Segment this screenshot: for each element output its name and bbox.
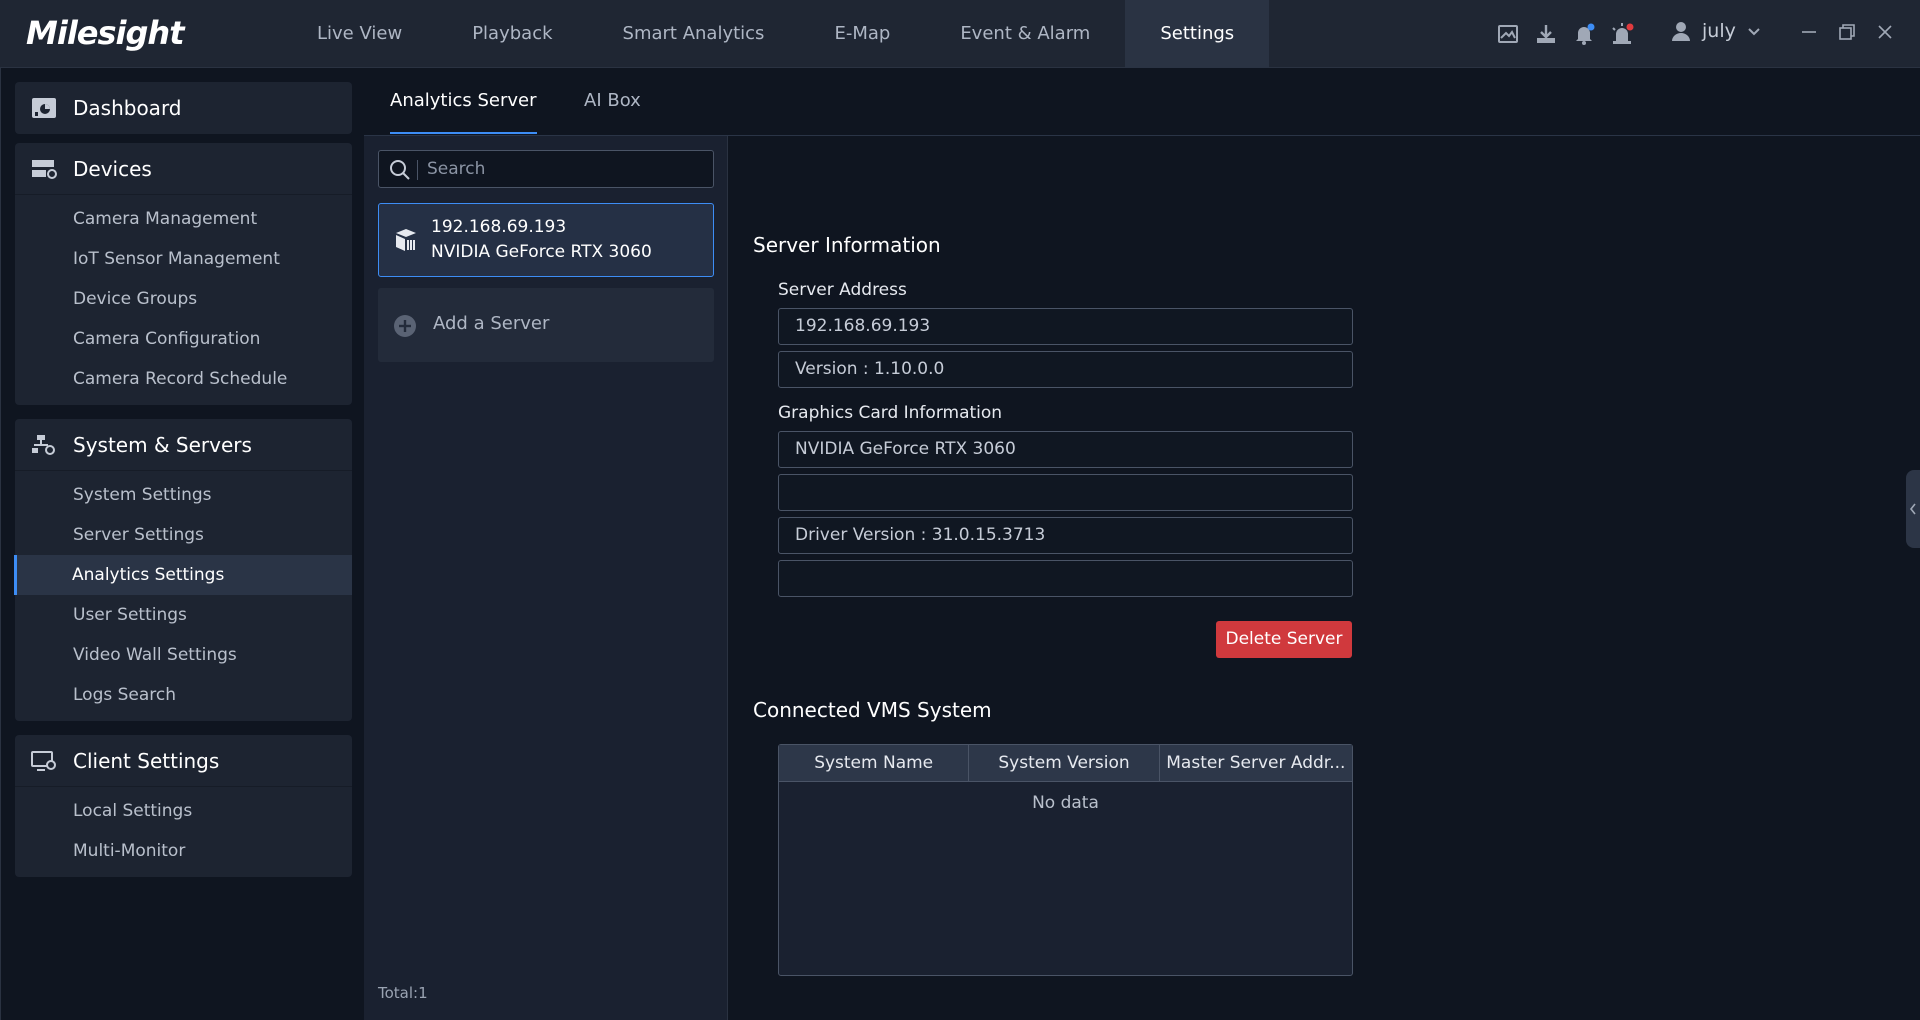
tab-analytics-server[interactable]: Analytics Server — [390, 68, 537, 134]
server-detail-panel: Server Information Server Address 192.16… — [728, 136, 1920, 1020]
top-icon-group — [1496, 22, 1634, 46]
add-server-button[interactable]: Add a Server — [378, 288, 714, 362]
user-menu[interactable]: july — [1670, 20, 1762, 42]
close-icon[interactable] — [1876, 18, 1894, 46]
milesight-logo: Milesight — [26, 14, 184, 52]
server-address-field: 192.168.69.193 — [778, 308, 1353, 345]
sidebar-item-client-settings[interactable]: Client Settings — [15, 735, 352, 787]
nav-smart-analytics[interactable]: Smart Analytics — [588, 0, 800, 68]
top-bar: Milesight Live View Playback Smart Analy… — [0, 0, 1920, 68]
download-icon[interactable] — [1534, 22, 1558, 46]
main-nav: Live View Playback Smart Analytics E-Map… — [282, 0, 1270, 68]
search-icon — [390, 160, 410, 180]
server-list-item[interactable]: 192.168.69.193 NVIDIA GeForce RTX 3060 — [378, 203, 714, 277]
empty-state-text: No data — [1032, 793, 1099, 813]
sidebar-group-label: System & Servers — [73, 432, 252, 457]
gpu-info-field-empty — [778, 474, 1353, 511]
minimize-icon[interactable] — [1800, 18, 1818, 46]
restore-icon[interactable] — [1838, 18, 1856, 46]
tab-ai-box[interactable]: AI Box — [584, 68, 641, 134]
total-count: Total:1 — [378, 984, 428, 1002]
sidebar-item-server-settings[interactable]: Server Settings — [15, 515, 352, 555]
alarm-light-icon[interactable] — [1610, 22, 1634, 46]
user-name: july — [1702, 20, 1736, 42]
search-input[interactable] — [427, 151, 707, 187]
sidebar: Dashboard Devices Camera Management IoT … — [0, 68, 364, 1020]
connected-vms-title: Connected VMS System — [753, 698, 992, 722]
sidebar-item-dashboard[interactable]: Dashboard — [15, 82, 352, 134]
graphics-card-label: Graphics Card Information — [778, 403, 1003, 423]
sidebar-item-device-groups[interactable]: Device Groups — [15, 279, 352, 319]
sidebar-item-local-settings[interactable]: Local Settings — [15, 791, 352, 831]
sidebar-item-camera-record-schedule[interactable]: Camera Record Schedule — [15, 359, 352, 399]
vms-table: System Name System Version Master Server… — [778, 744, 1353, 976]
sidebar-item-logs-search[interactable]: Logs Search — [15, 675, 352, 715]
sidebar-item-video-wall-settings[interactable]: Video Wall Settings — [15, 635, 352, 675]
add-server-label: Add a Server — [433, 313, 550, 334]
tab-bar: Analytics Server AI Box — [364, 68, 1920, 136]
column-header-system-name[interactable]: System Name — [779, 745, 970, 781]
server-information-title: Server Information — [753, 233, 941, 257]
sidebar-group-label: Dashboard — [73, 96, 182, 120]
system-servers-icon — [31, 434, 57, 456]
server-ip: 192.168.69.193 — [431, 217, 567, 237]
sidebar-group-client-settings: Client Settings Local Settings Multi-Mon… — [15, 735, 352, 877]
column-header-master-server-address[interactable]: Master Server Addr... — [1160, 745, 1352, 781]
search-separator — [417, 160, 418, 180]
server-address-label: Server Address — [778, 280, 907, 300]
right-panel-toggle[interactable] — [1906, 470, 1920, 548]
window-controls — [1800, 18, 1894, 46]
table-header-row: System Name System Version Master Server… — [779, 745, 1352, 782]
sidebar-item-system-settings[interactable]: System Settings — [15, 475, 352, 515]
plus-circle-icon — [394, 315, 416, 337]
sidebar-item-system-servers[interactable]: System & Servers — [15, 419, 352, 471]
client-settings-icon — [31, 750, 57, 772]
nav-settings[interactable]: Settings — [1125, 0, 1270, 68]
sidebar-item-iot-sensor-management[interactable]: IoT Sensor Management — [15, 239, 352, 279]
sidebar-item-multi-monitor[interactable]: Multi-Monitor — [15, 831, 352, 871]
nav-event-alarm[interactable]: Event & Alarm — [925, 0, 1125, 68]
server-gpu: NVIDIA GeForce RTX 3060 — [431, 242, 652, 262]
sidebar-group-devices: Devices Camera Management IoT Sensor Man… — [15, 143, 352, 405]
dashboard-icon — [31, 97, 57, 119]
column-header-system-version[interactable]: System Version — [969, 745, 1160, 781]
sidebar-group-system-servers: System & Servers System Settings Server … — [14, 419, 352, 721]
sidebar-group-dashboard: Dashboard — [15, 82, 352, 134]
main-content: Analytics Server AI Box 192.168.69.193 N… — [364, 68, 1920, 1020]
driver-version-field: Driver Version : 31.0.15.3713 — [778, 517, 1353, 554]
sidebar-group-label: Devices — [73, 156, 152, 181]
nav-playback[interactable]: Playback — [437, 0, 587, 68]
sidebar-item-camera-configuration[interactable]: Camera Configuration — [15, 319, 352, 359]
sidebar-item-camera-management[interactable]: Camera Management — [15, 199, 352, 239]
chevron-down-icon — [1748, 28, 1760, 36]
gpu-info-field-empty-2 — [778, 560, 1353, 597]
notification-bell-icon[interactable] — [1572, 22, 1596, 46]
sidebar-item-analytics-settings[interactable]: Analytics Settings — [14, 555, 352, 595]
delete-server-button[interactable]: Delete Server — [1216, 621, 1352, 658]
sidebar-item-user-settings[interactable]: User Settings — [15, 595, 352, 635]
server-icon — [396, 229, 416, 251]
nav-e-map[interactable]: E-Map — [799, 0, 925, 68]
devices-icon — [31, 158, 57, 180]
sidebar-item-devices[interactable]: Devices — [15, 143, 352, 195]
user-avatar-icon — [1672, 22, 1690, 41]
image-icon[interactable] — [1496, 22, 1520, 46]
version-field: Version : 1.10.0.0 — [778, 351, 1353, 388]
search-box — [378, 150, 714, 188]
sidebar-group-label: Client Settings — [73, 748, 220, 773]
nav-live-view[interactable]: Live View — [282, 0, 437, 68]
gpu-name-field: NVIDIA GeForce RTX 3060 — [778, 431, 1353, 468]
